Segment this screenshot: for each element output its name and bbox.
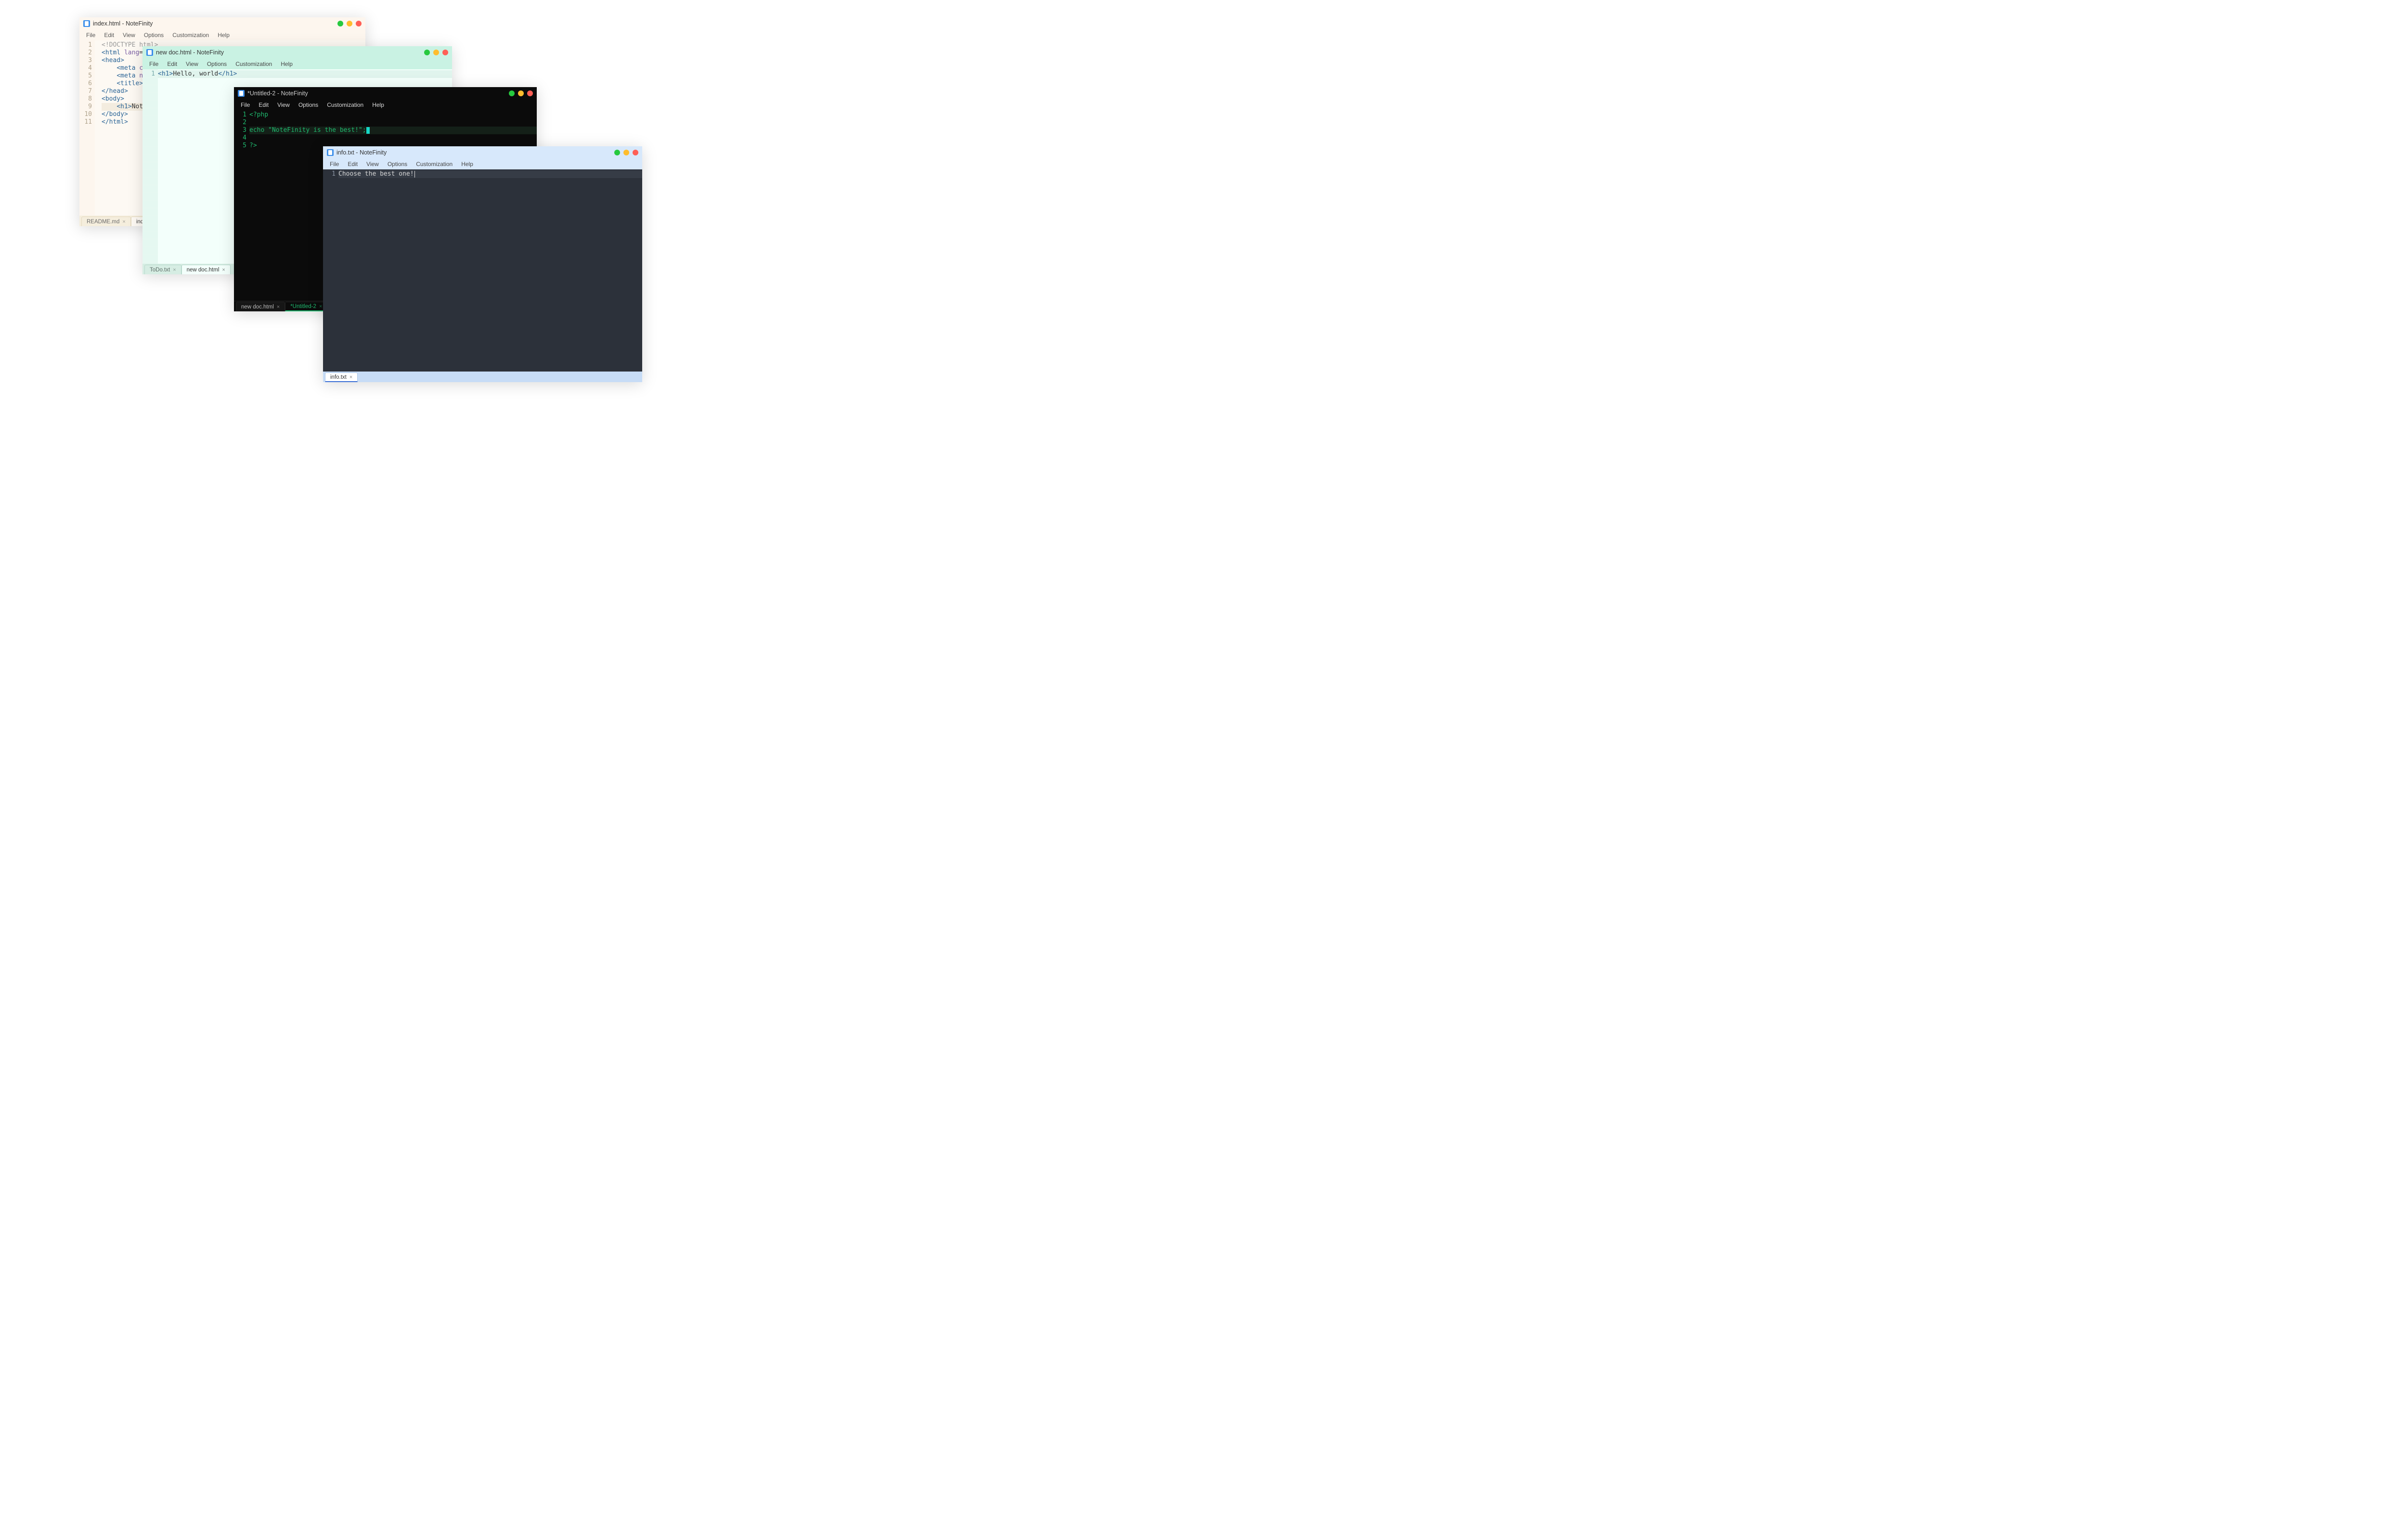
tab-close-icon[interactable]: ×	[122, 219, 125, 225]
line-gutter: 1234567891011	[79, 40, 95, 216]
titlebar[interactable]: info.txt - NoteFinity	[323, 146, 642, 159]
maximize-icon[interactable]	[518, 90, 524, 96]
menu-options[interactable]: Options	[140, 31, 168, 39]
menu-file[interactable]: File	[237, 101, 254, 109]
titlebar[interactable]: *Untitled-2 - NoteFinity	[234, 87, 537, 100]
menu-help[interactable]: Help	[214, 31, 233, 39]
tab-readme[interactable]: README.md×	[81, 217, 131, 226]
tab-close-icon[interactable]: ×	[349, 374, 352, 380]
code-editor[interactable]: 1 Choose the best one!	[323, 169, 642, 372]
maximize-icon[interactable]	[347, 21, 352, 26]
menu-help[interactable]: Help	[277, 60, 297, 68]
menu-edit[interactable]: Edit	[344, 160, 362, 168]
menubar: File Edit View Options Customization Hel…	[142, 59, 452, 69]
menu-customization[interactable]: Customization	[168, 31, 213, 39]
app-icon	[83, 20, 90, 27]
tab-untitled[interactable]: *Untitled-2×	[285, 302, 327, 311]
close-icon[interactable]	[356, 21, 362, 26]
menu-customization[interactable]: Customization	[232, 60, 276, 68]
window-title: index.html - NoteFinity	[93, 20, 153, 27]
minimize-icon[interactable]	[337, 21, 343, 26]
editor-window-4: info.txt - NoteFinity File Edit View Opt…	[323, 146, 642, 382]
menu-view[interactable]: View	[273, 101, 294, 109]
menu-customization[interactable]: Customization	[323, 101, 367, 109]
menu-options[interactable]: Options	[295, 101, 322, 109]
menubar: File Edit View Options Customization Hel…	[323, 159, 642, 169]
menu-help[interactable]: Help	[457, 160, 477, 168]
window-controls	[424, 46, 448, 59]
line-gutter: 1	[323, 169, 338, 372]
window-title: new doc.html - NoteFinity	[156, 49, 224, 56]
tab-close-icon[interactable]: ×	[173, 267, 176, 273]
window-controls	[614, 146, 638, 159]
menu-file[interactable]: File	[326, 160, 343, 168]
minimize-icon[interactable]	[614, 150, 620, 155]
maximize-icon[interactable]	[433, 50, 439, 55]
menu-edit[interactable]: Edit	[255, 101, 272, 109]
menu-options[interactable]: Options	[384, 160, 411, 168]
line-gutter: 12345	[234, 110, 249, 301]
menu-file[interactable]: File	[145, 60, 162, 68]
close-icon[interactable]	[633, 150, 638, 155]
window-title: info.txt - NoteFinity	[336, 149, 387, 156]
close-icon[interactable]	[527, 90, 533, 96]
app-icon	[238, 90, 245, 97]
menu-help[interactable]: Help	[368, 101, 388, 109]
titlebar[interactable]: new doc.html - NoteFinity	[142, 46, 452, 59]
menu-view[interactable]: View	[362, 160, 383, 168]
window-controls	[509, 87, 533, 100]
app-icon	[327, 149, 334, 156]
menu-edit[interactable]: Edit	[163, 60, 181, 68]
tab-newdoc[interactable]: new doc.html×	[236, 302, 285, 311]
maximize-icon[interactable]	[623, 150, 629, 155]
titlebar[interactable]: index.html - NoteFinity	[79, 17, 365, 30]
menu-file[interactable]: File	[82, 31, 99, 39]
tab-newdoc[interactable]: new doc.html×	[181, 265, 231, 274]
minimize-icon[interactable]	[424, 50, 430, 55]
menu-view[interactable]: View	[119, 31, 139, 39]
menubar: File Edit View Options Customization Hel…	[79, 30, 365, 40]
menu-view[interactable]: View	[182, 60, 202, 68]
menu-edit[interactable]: Edit	[100, 31, 118, 39]
line-gutter: 1	[142, 69, 158, 264]
window-title: *Untitled-2 - NoteFinity	[247, 90, 308, 97]
tab-bar: info.txt×	[323, 372, 642, 382]
tab-todo[interactable]: ToDo.txt×	[144, 265, 181, 274]
tab-close-icon[interactable]: ×	[319, 304, 322, 309]
menu-options[interactable]: Options	[203, 60, 231, 68]
menubar: File Edit View Options Customization Hel…	[234, 100, 537, 110]
window-controls	[337, 17, 362, 30]
close-icon[interactable]	[442, 50, 448, 55]
tab-info[interactable]: info.txt×	[325, 372, 358, 382]
tab-close-icon[interactable]: ×	[277, 304, 280, 310]
app-icon	[146, 49, 153, 56]
tab-close-icon[interactable]: ×	[222, 267, 225, 273]
minimize-icon[interactable]	[509, 90, 515, 96]
menu-customization[interactable]: Customization	[412, 160, 456, 168]
code-area[interactable]: Choose the best one!	[338, 169, 642, 372]
